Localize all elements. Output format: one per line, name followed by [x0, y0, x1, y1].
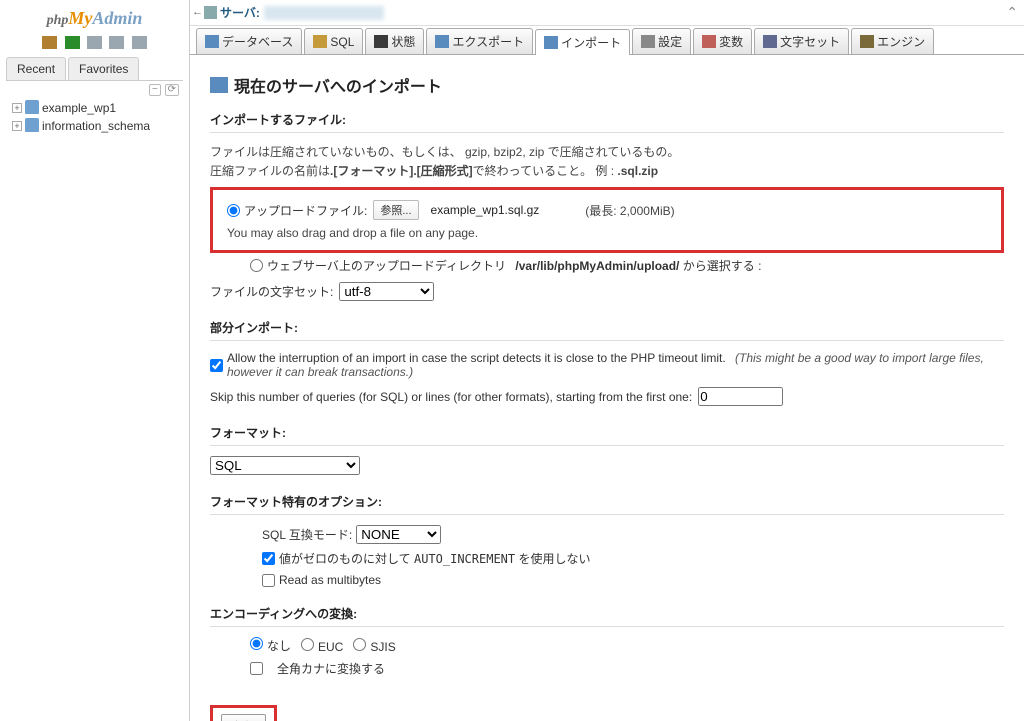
section-format-options: フォーマット特有のオプション: SQL 互換モード: NONE 値がゼロのものに… — [210, 493, 1004, 587]
tab-recent[interactable]: Recent — [6, 57, 66, 80]
kana-label: 全角カナに変換する — [277, 660, 385, 677]
multibytes-checkbox[interactable] — [262, 574, 275, 587]
no-autoincrement-checkbox[interactable] — [262, 552, 275, 565]
section-partial-heading: 部分インポート: — [210, 319, 1004, 341]
section-encoding: エンコーディングへの変換: なし EUC SJIS 全角カナに変換する — [210, 605, 1004, 677]
section-partial: 部分インポート: Allow the interruption of an im… — [210, 319, 1004, 406]
nav-import[interactable]: インポート — [535, 29, 630, 55]
charset-tab-icon — [763, 35, 777, 48]
sidebar-quick-icons — [6, 31, 183, 53]
skip-queries-input[interactable] — [698, 387, 783, 406]
tree-expand-icon[interactable]: + — [12, 103, 22, 113]
logo[interactable]: phpMyAdmin — [6, 4, 183, 31]
database-tree: + example_wp1 + information_schema — [6, 99, 183, 135]
database-tab-icon — [205, 35, 219, 48]
docs-icon[interactable] — [109, 36, 124, 49]
sidebar-tabs: Recent Favorites — [6, 57, 183, 81]
database-item[interactable]: + example_wp1 — [12, 99, 183, 117]
variables-tab-icon — [702, 35, 716, 48]
database-item[interactable]: + information_schema — [12, 117, 183, 135]
top-navigation: データベース SQL 状態 エクスポート インポート 設定 変数 文字セット エ… — [190, 26, 1024, 55]
section-format-heading: フォーマット: — [210, 424, 1004, 446]
nav-variables[interactable]: 変数 — [693, 28, 752, 54]
section-file: インポートするファイル: ファイルは圧縮されていないもの、もしくは、 gzip,… — [210, 111, 1004, 301]
upload-file-box: アップロードファイル: 参照... example_wp1.sql.gz (最長… — [210, 187, 1004, 253]
section-format: フォーマット: SQL — [210, 424, 1004, 475]
sidebar-tree-controls: − ⟳ — [6, 81, 183, 99]
selected-filename: example_wp1.sql.gz — [431, 203, 540, 217]
sidebar: phpMyAdmin Recent Favorites − ⟳ + exampl… — [0, 0, 190, 721]
file-charset-select[interactable]: utf-8 — [339, 282, 434, 301]
file-charset-label: ファイルの文字セット: — [210, 283, 333, 300]
nav-export[interactable]: エクスポート — [426, 28, 533, 54]
page-title: 現在のサーバへのインポート — [210, 67, 1004, 111]
enc-none-radio[interactable] — [250, 637, 263, 650]
settings-tab-icon — [641, 35, 655, 48]
upload-file-radio[interactable] — [227, 204, 240, 217]
nav-sql[interactable]: SQL — [304, 28, 363, 54]
section-format-options-heading: フォーマット特有のオプション: — [210, 493, 1004, 515]
reload-icon[interactable] — [132, 36, 147, 49]
link-refresh-icon[interactable]: ⟳ — [165, 84, 179, 96]
upload-file-label: アップロードファイル: — [244, 202, 367, 219]
sql-mode-select[interactable]: NONE — [356, 525, 441, 544]
allow-interrupt-checkbox[interactable] — [210, 359, 223, 372]
nav-status[interactable]: 状態 — [365, 28, 424, 54]
enc-euc-radio[interactable] — [301, 638, 314, 651]
breadcrumb: サーバ: — [190, 0, 1024, 26]
dragdrop-hint: You may also drag and drop a file on any… — [227, 226, 987, 240]
breadcrumb-server-name[interactable] — [264, 6, 384, 20]
logo-my: My — [68, 8, 92, 28]
enc-sjis-radio[interactable] — [353, 638, 366, 651]
browse-button[interactable]: 参照... — [373, 200, 418, 220]
database-icon — [25, 102, 39, 114]
section-encoding-heading: エンコーディングへの変換: — [210, 605, 1004, 627]
import-page-icon — [210, 77, 228, 93]
home-icon[interactable] — [42, 36, 57, 49]
tab-favorites[interactable]: Favorites — [68, 57, 139, 80]
file-desc-compression: ファイルは圧縮されていないもの、もしくは、 gzip, bzip2, zip で… — [210, 143, 1004, 160]
engine-tab-icon — [860, 35, 874, 48]
section-file-heading: インポートするファイル: — [210, 111, 1004, 133]
nav-databases[interactable]: データベース — [196, 28, 302, 54]
logo-admin: Admin — [92, 8, 142, 28]
tree-expand-icon[interactable]: + — [12, 121, 22, 131]
sql-tab-icon — [313, 35, 327, 48]
collapse-all-icon[interactable]: − — [149, 84, 161, 96]
breadcrumb-server-label[interactable]: サーバ: — [220, 4, 260, 21]
nav-charsets[interactable]: 文字セット — [754, 28, 849, 54]
nav-settings[interactable]: 設定 — [632, 28, 691, 54]
webdir-radio[interactable] — [250, 259, 263, 272]
format-select[interactable]: SQL — [210, 456, 360, 475]
import-tab-icon — [544, 36, 558, 49]
nav-collapse-icon[interactable]: ⌃ — [1006, 4, 1018, 21]
kana-checkbox[interactable] — [250, 662, 263, 675]
skip-queries-label: Skip this number of queries (for SQL) or… — [210, 390, 692, 404]
sql-mode-label: SQL 互換モード: — [262, 526, 352, 543]
nav-back-icon[interactable]: ← — [192, 6, 203, 18]
submit-highlight-box: 実行 — [210, 705, 277, 721]
database-label: example_wp1 — [42, 101, 116, 115]
file-desc-naming: 圧縮ファイルの名前は.[フォーマット].[圧縮形式]で終わっていること。 例 :… — [210, 162, 1004, 179]
database-icon — [25, 120, 39, 132]
max-file-size: (最長: 2,000MiB) — [585, 202, 674, 219]
database-label: information_schema — [42, 119, 150, 133]
enc-sjis-label: SJIS — [370, 640, 395, 654]
content: 現在のサーバへのインポート インポートするファイル: ファイルは圧縮されていない… — [190, 55, 1024, 721]
enc-none-label: なし — [267, 639, 291, 653]
status-tab-icon — [374, 35, 388, 48]
export-tab-icon — [435, 35, 449, 48]
enc-euc-label: EUC — [318, 640, 343, 654]
logo-php: php — [47, 13, 69, 28]
main: ← ⌃ サーバ: データベース SQL 状態 エクスポート インポート 設定 変… — [190, 0, 1024, 721]
webdir-label: ウェブサーバ上のアップロードディレクトリ /var/lib/phpMyAdmin… — [267, 257, 767, 274]
query-window-icon[interactable] — [87, 36, 102, 49]
allow-interrupt-label: Allow the interruption of an import in c… — [227, 351, 998, 379]
logout-icon[interactable] — [65, 36, 80, 49]
server-icon — [204, 6, 217, 19]
nav-engines[interactable]: エンジン — [851, 28, 934, 54]
multibytes-label: Read as multibytes — [279, 573, 381, 587]
go-button[interactable]: 実行 — [221, 714, 266, 721]
no-autoincrement-label: 値がゼロのものに対して AUTO_INCREMENT を使用しない — [279, 550, 590, 567]
